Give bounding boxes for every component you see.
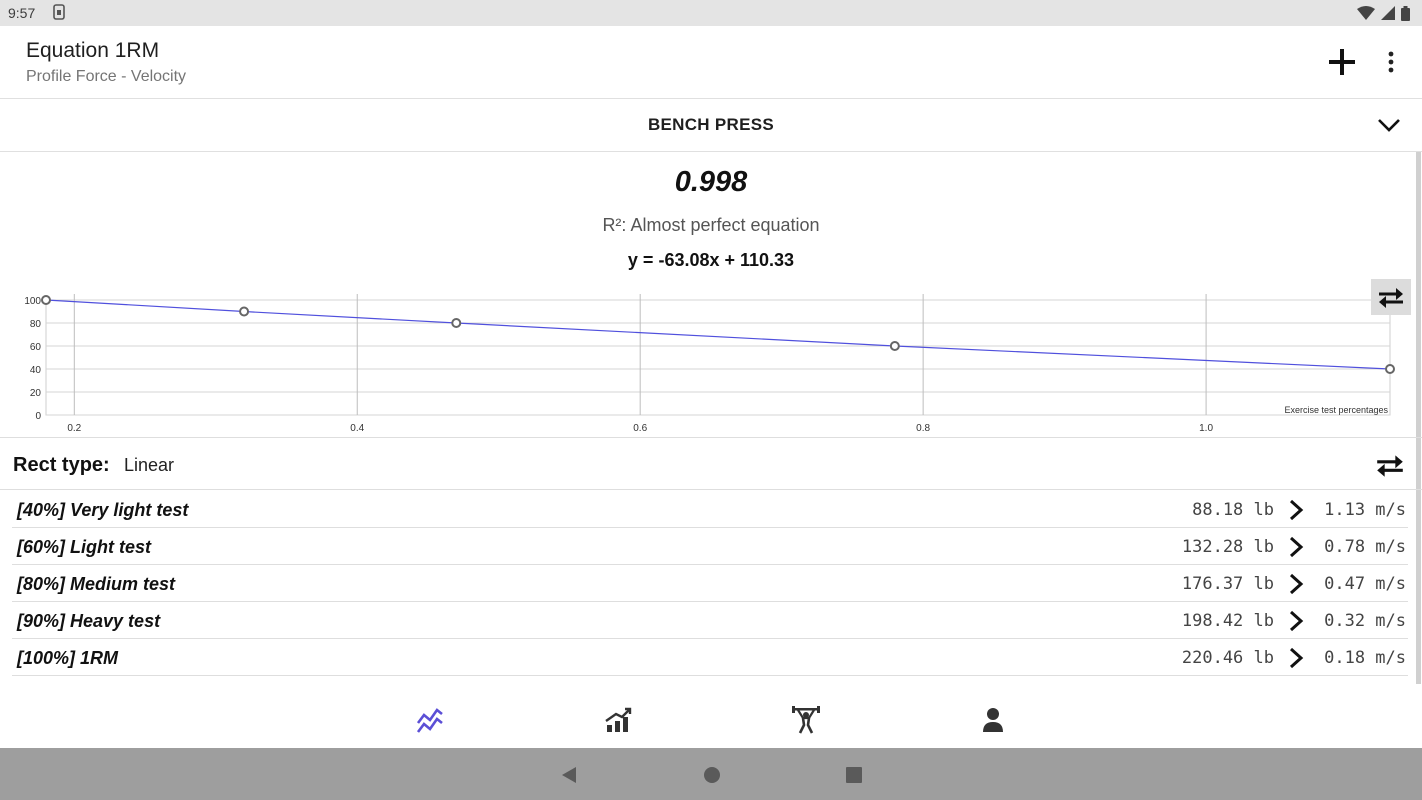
rect-type-row: Rect type: Linear [0, 440, 1416, 488]
exercise-name: BENCH PRESS [647, 115, 775, 134]
nav-progress-tab[interactable] [600, 702, 636, 738]
plot-frame [45, 299, 1391, 416]
app-bar: Equation 1RM Profile Force - Velocity [0, 26, 1422, 99]
data-point [451, 318, 462, 328]
y-tick-label: 80 [30, 319, 42, 330]
test-load: 198.42 lb [1181, 611, 1274, 631]
page-subtitle: Profile Force - Velocity [26, 68, 187, 85]
test-velocity: 1.13 m/s [1324, 500, 1406, 520]
wifi-icon [1357, 6, 1375, 20]
test-velocity: 0.32 m/s [1324, 611, 1406, 631]
x-tick-label: 0.6 [633, 423, 647, 434]
trend-chart-icon [416, 708, 443, 733]
test-velocity: 0.18 m/s [1324, 648, 1406, 668]
more-vert-icon [1388, 51, 1394, 73]
r2-description: R²: Almost perfect equation [602, 215, 820, 235]
test-load: 88.18 lb [1192, 500, 1274, 520]
data-point [41, 295, 51, 305]
rect-type-label: Rect type: [13, 454, 110, 476]
system-recents-button[interactable] [843, 764, 865, 786]
x-axis-label: Exercise test percentages [1284, 405, 1388, 415]
divider [0, 489, 1422, 490]
chevron-right-icon [1289, 610, 1304, 632]
status-bar: 9:57 [0, 0, 1422, 26]
system-navigation-bar [0, 748, 1422, 800]
test-velocity: 0.47 m/s [1324, 574, 1406, 594]
status-time: 9:57 [8, 5, 36, 21]
test-velocity: 0.78 m/s [1324, 537, 1406, 557]
y-tick-label: 20 [30, 388, 42, 399]
y-tick-label: 0 [35, 411, 41, 422]
test-name: [100%] 1RM [17, 648, 119, 668]
add-icon [1329, 49, 1355, 75]
test-name: [60%] Light test [17, 537, 152, 557]
nav-trend-tab[interactable] [412, 702, 448, 738]
test-name: [90%] Heavy test [17, 611, 161, 631]
y-tick-label: 60 [30, 342, 42, 353]
swap-horiz-icon [1377, 455, 1403, 477]
person-icon [983, 708, 1003, 732]
add-button[interactable] [1322, 46, 1362, 78]
sim-icon [53, 4, 65, 20]
test-row[interactable]: [90%] Heavy test 198.42 lb 0.32 m/s [12, 602, 1408, 639]
chevron-down-icon [1378, 119, 1400, 132]
divider [0, 437, 1422, 438]
system-home-button[interactable] [701, 764, 723, 786]
y-tick-label: 40 [30, 365, 42, 376]
rect-type-value: Linear [124, 455, 175, 475]
recents-icon [846, 767, 862, 783]
test-name: [80%] Medium test [17, 574, 176, 594]
nav-exercise-tab[interactable] [788, 702, 824, 738]
signal-icon [1381, 6, 1395, 20]
exercise-dropdown-button[interactable] [1372, 111, 1406, 139]
chevron-right-icon [1289, 536, 1304, 558]
x-tick-label: 0.4 [350, 423, 364, 434]
status-icons [1357, 5, 1410, 21]
page-title: Equation 1RM [26, 39, 160, 62]
back-icon [562, 767, 576, 783]
data-point [1385, 364, 1395, 374]
test-row[interactable]: [40%] Very light test 88.18 lb 1.13 m/s [12, 491, 1408, 528]
test-row[interactable]: [100%] 1RM 220.46 lb 0.18 m/s [12, 639, 1408, 676]
chevron-right-icon [1289, 647, 1304, 669]
test-load: 176.37 lb [1181, 574, 1274, 594]
data-point [239, 306, 250, 317]
test-row[interactable]: [80%] Medium test 176.37 lb 0.47 m/s [12, 565, 1408, 602]
exercise-selector[interactable]: BENCH PRESS [0, 99, 1422, 152]
test-load: 220.46 lb [1181, 648, 1274, 668]
swap-axes-button[interactable] [1371, 279, 1411, 315]
test-row[interactable]: [60%] Light test 132.28 lb 0.78 m/s [12, 528, 1408, 565]
test-load: 132.28 lb [1181, 537, 1274, 557]
nav-profile-tab[interactable] [975, 702, 1011, 738]
test-name: [40%] Very light test [17, 500, 189, 520]
home-icon [704, 767, 720, 783]
x-tick-label: 0.8 [916, 423, 930, 434]
progress-chart-icon [605, 707, 632, 732]
r2-value: 0.998 [674, 166, 748, 198]
battery-icon [1401, 5, 1410, 21]
swap-horiz-icon [1379, 288, 1403, 308]
bottom-navigation [0, 692, 1422, 748]
y-tick-label: 100 [24, 296, 41, 307]
system-back-button[interactable] [558, 764, 580, 786]
x-tick-label: 1.0 [1199, 423, 1213, 434]
chevron-right-icon [1289, 499, 1304, 521]
force-velocity-chart: 0 20 40 60 80 100 0.2 0.4 0.6 0.8 1.0 Exercise tes… [24, 294, 1395, 434]
x-tick-label: 0.2 [67, 423, 81, 434]
data-point [889, 341, 900, 351]
more-options-button[interactable] [1378, 46, 1404, 78]
chevron-right-icon [1289, 573, 1304, 595]
rect-type-swap-button[interactable] [1370, 448, 1410, 482]
equation-text: y = -63.08x + 110.33 [627, 250, 795, 270]
weightlifter-icon [792, 706, 820, 734]
